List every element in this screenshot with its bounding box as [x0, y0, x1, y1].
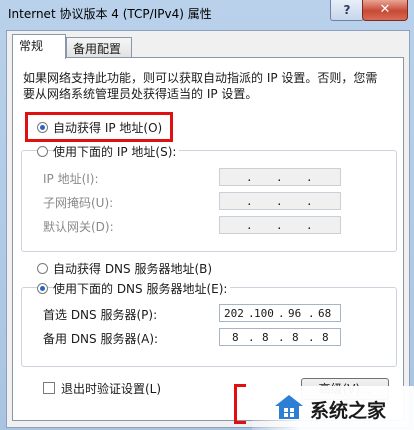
preferred-dns-label: 首选 DNS 服务器(P): [43, 308, 158, 322]
help-button[interactable]: ? [330, 0, 364, 21]
close-button[interactable]: ✕ [362, 0, 408, 21]
preferred-dns-octet-1: 202 [224, 307, 244, 320]
alternate-dns-field[interactable]: 8 . 8 . 8 . 8 [219, 328, 341, 346]
window-title: Internet 协议版本 4 (TCP/IPv4) 属性 [8, 7, 212, 21]
general-panel: 如果网络支持此功能，则可以获取自动指派的 IP 设置。否则，您需要从网络系统管理… [12, 57, 404, 421]
preferred-dns-octet-2: 100 [254, 307, 274, 320]
manual-dns-label[interactable]: 使用下面的 DNS 服务器地址(E): [53, 280, 231, 297]
dns-group [21, 287, 397, 367]
preferred-dns-field[interactable]: 202 . 100 . 96 . 68 [219, 304, 341, 322]
validate-on-exit-checkbox[interactable] [43, 382, 55, 394]
description-text: 如果网络支持此功能，则可以获取自动指派的 IP 设置。否则，您需要从网络系统管理… [23, 71, 378, 101]
manual-ip-label[interactable]: 使用下面的 IP 地址(S): [53, 143, 180, 160]
house-logo-icon [275, 395, 303, 419]
preferred-dns-octet-3: 96 [288, 307, 302, 320]
alternate-dns-label: 备用 DNS 服务器(A): [43, 332, 159, 346]
auto-ip-label[interactable]: 自动获得 IP 地址(O) [53, 119, 162, 136]
validate-on-exit-label[interactable]: 退出时验证设置(L) [61, 380, 161, 397]
auto-ip-radio[interactable] [37, 122, 48, 133]
ip-address-label: IP 地址(I): [43, 172, 99, 186]
auto-dns-radio[interactable] [37, 263, 48, 274]
manual-ip-radio[interactable] [37, 146, 48, 157]
alternate-dns-octet-1: 8 [232, 331, 239, 344]
alternate-dns-octet-3: 8 [292, 331, 299, 344]
subnet-mask-label: 子网掩码(U): [43, 196, 114, 210]
manual-dns-radio[interactable] [37, 283, 48, 294]
watermark-text: 系统之家 [310, 400, 387, 422]
highlight-box-fragment [234, 384, 246, 424]
tab-general[interactable]: 常规 [12, 34, 66, 59]
subnet-mask-field: ... [219, 192, 341, 210]
title-bar: Internet 协议版本 4 (TCP/IPv4) 属性 ? ✕ [0, 0, 414, 30]
preferred-dns-octet-4: 68 [318, 307, 332, 320]
dialog-body: 常规 备用配置 如果网络支持此功能，则可以获取自动指派的 IP 设置。否则，您需… [6, 30, 410, 428]
ip-address-field: ... [219, 168, 341, 186]
auto-dns-label[interactable]: 自动获得 DNS 服务器地址(B) [53, 260, 212, 277]
alternate-dns-octet-2: 8 [262, 331, 269, 344]
default-gateway-label: 默认网关(D): [43, 220, 114, 234]
watermark: 系统之家 [252, 386, 414, 430]
default-gateway-field: ... [219, 216, 341, 234]
tab-alternate-config[interactable]: 备用配置 [66, 37, 132, 59]
alternate-dns-octet-4: 8 [322, 331, 329, 344]
